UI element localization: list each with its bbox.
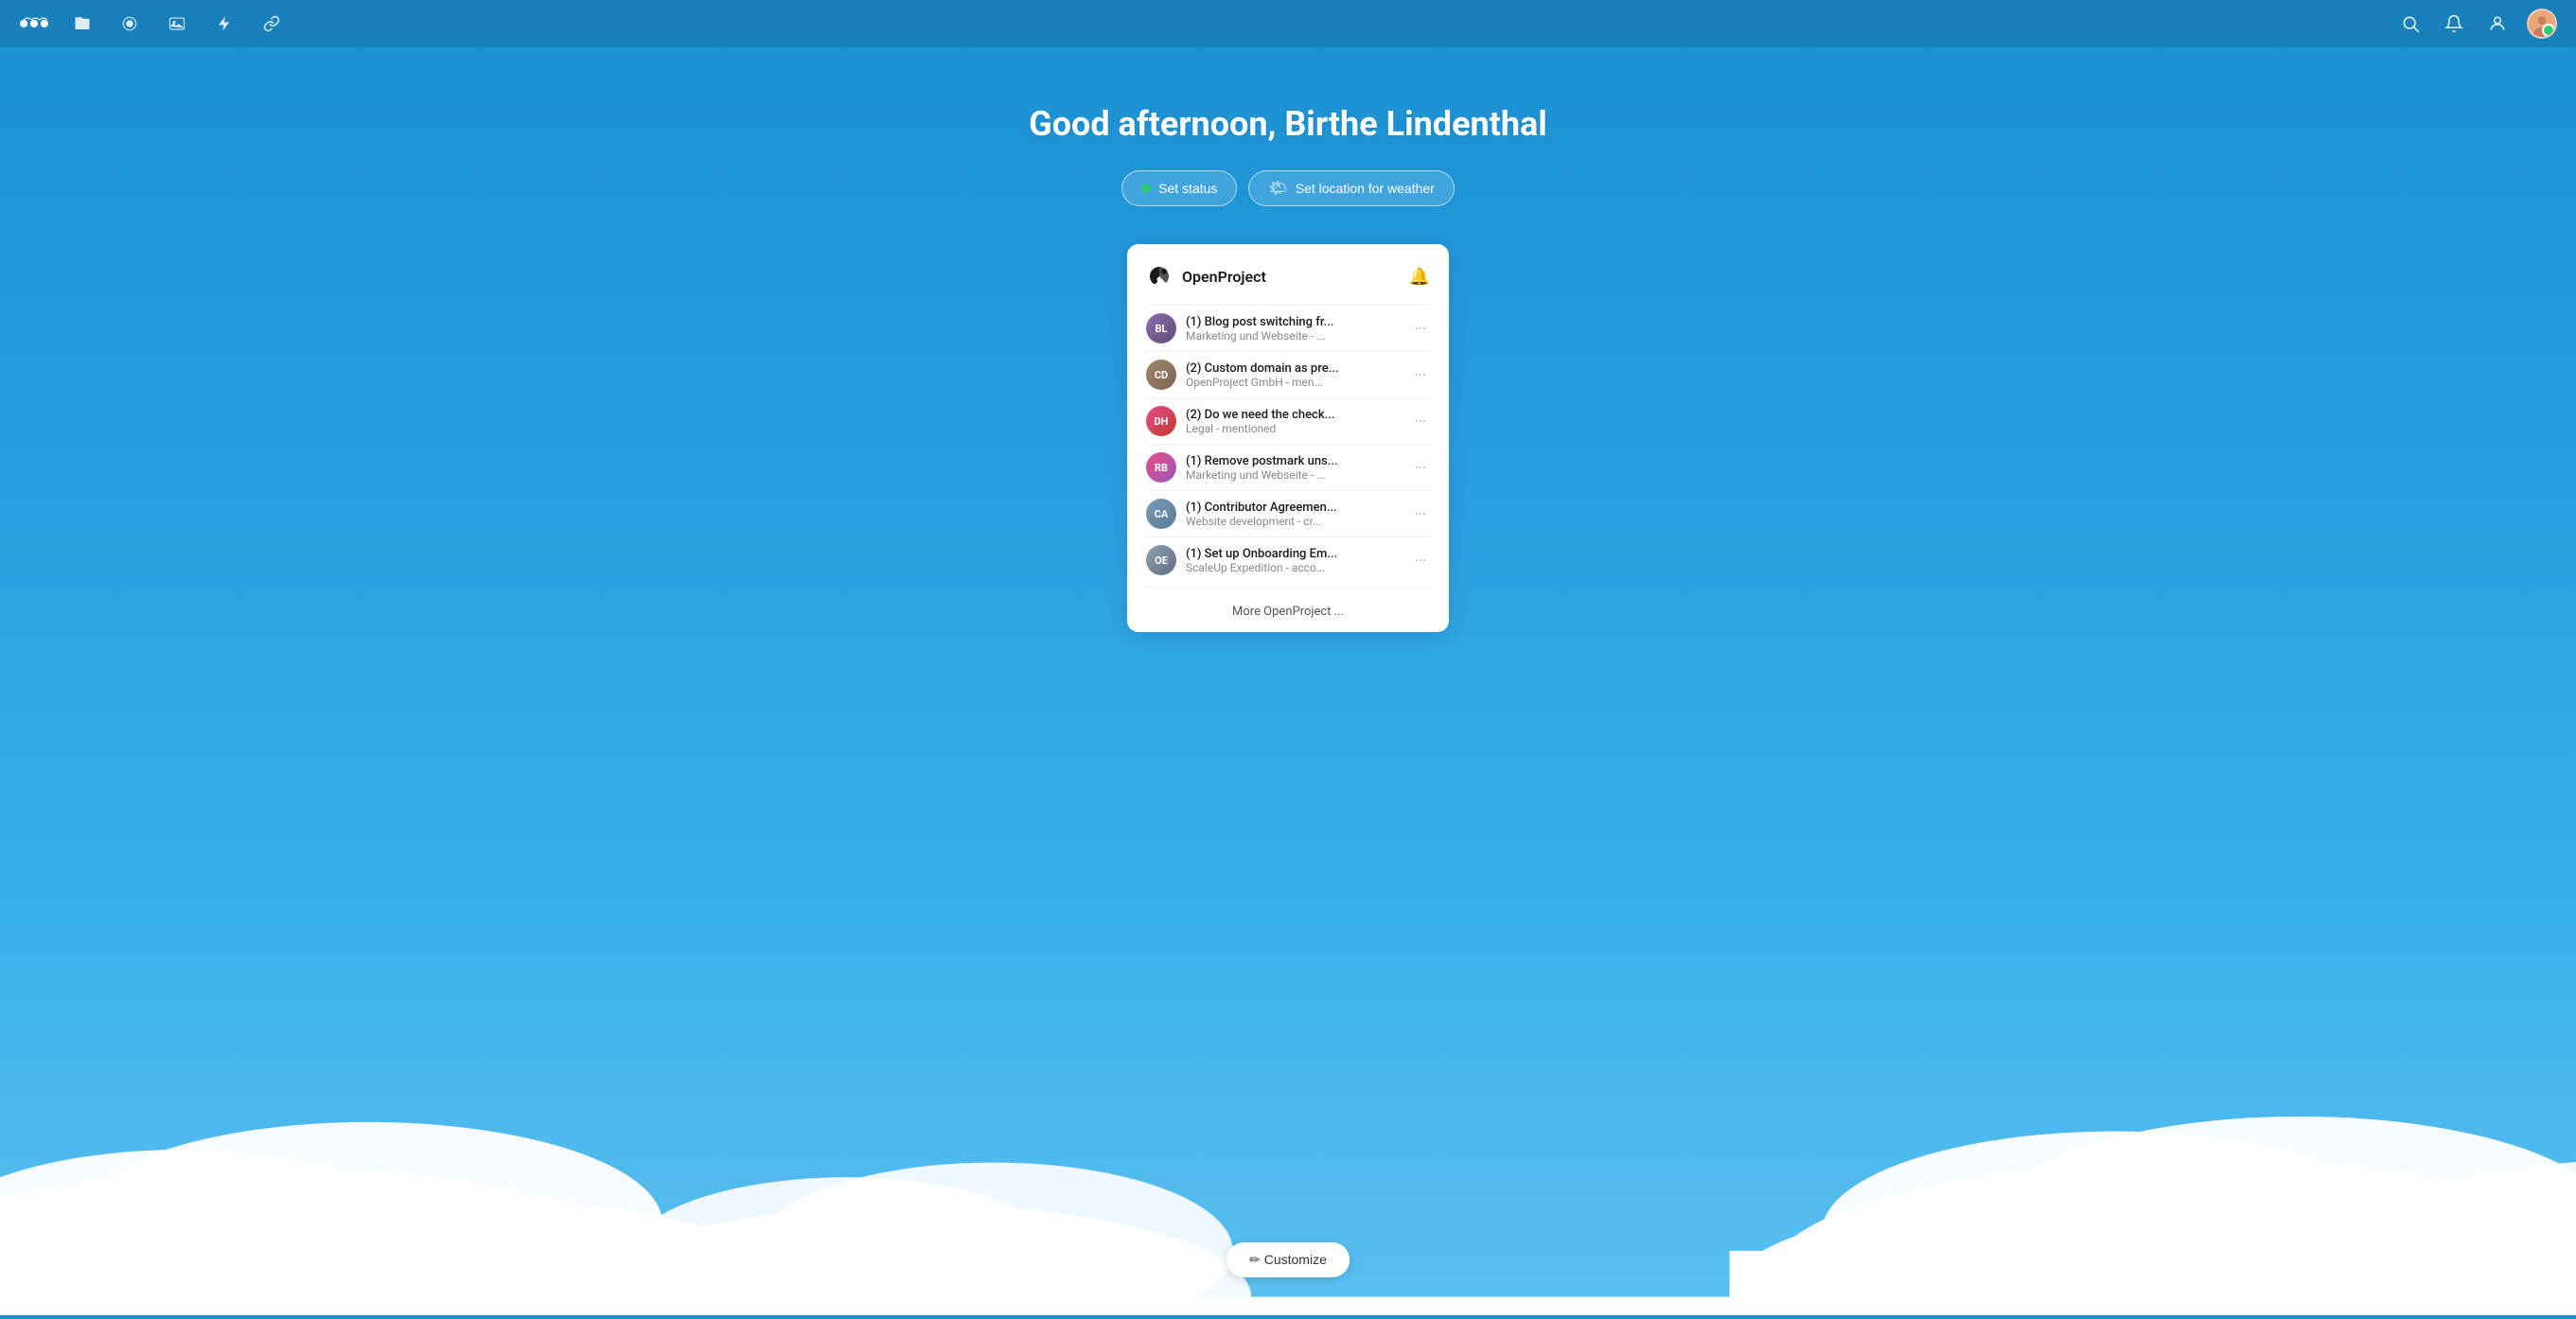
files-icon[interactable] xyxy=(68,9,97,38)
card-item[interactable]: CD (2) Custom domain as pre... OpenProje… xyxy=(1146,351,1430,397)
item-more-button[interactable]: ··· xyxy=(1410,318,1430,340)
item-avatar: RB xyxy=(1146,452,1176,483)
greeting-text: Good afternoon, Birthe Lindenthal xyxy=(1029,104,1547,144)
card-item[interactable]: RB (1) Remove postmark uns... Marketing … xyxy=(1146,444,1430,490)
activity-icon[interactable] xyxy=(210,9,238,38)
item-title: (1) Remove postmark uns... xyxy=(1186,454,1401,468)
item-title: (1) Contributor Agreemen... xyxy=(1186,501,1401,515)
item-more-button[interactable]: ··· xyxy=(1410,503,1430,525)
item-subtitle: Legal - mentioned xyxy=(1186,422,1401,435)
item-subtitle: ScaleUp Expedition - acco... xyxy=(1186,561,1401,574)
topbar-left xyxy=(19,9,2396,38)
customize-label: ✏ Customize xyxy=(1249,1252,1327,1268)
item-title: (2) Custom domain as pre... xyxy=(1186,361,1401,376)
set-weather-label: Set location for weather xyxy=(1296,181,1435,196)
weather-icon: 🌤 xyxy=(1268,179,1287,198)
search-icon[interactable] xyxy=(2396,9,2425,38)
status-dot xyxy=(1141,184,1151,193)
item-more-button[interactable]: ··· xyxy=(1410,411,1430,432)
item-more-button[interactable]: ··· xyxy=(1410,550,1430,572)
item-title: (1) Blog post switching fr... xyxy=(1186,315,1401,329)
card-title: OpenProject xyxy=(1182,268,1400,286)
user-avatar[interactable] xyxy=(2527,9,2557,39)
card-item[interactable]: DH (2) Do we need the check... Legal - m… xyxy=(1146,397,1430,444)
item-avatar: BL xyxy=(1146,313,1176,343)
item-avatar: CA xyxy=(1146,499,1176,529)
item-text: (1) Remove postmark uns... Marketing und… xyxy=(1186,454,1401,482)
notifications-icon[interactable] xyxy=(2440,9,2468,38)
link-icon[interactable] xyxy=(257,9,286,38)
main-content: Good afternoon, Birthe Lindenthal Set st… xyxy=(0,47,2576,632)
card-item[interactable]: CA (1) Contributor Agreemen... Website d… xyxy=(1146,490,1430,536)
item-title: (2) Do we need the check... xyxy=(1186,408,1401,422)
item-subtitle: Marketing und Webseite - ... xyxy=(1186,329,1401,343)
item-text: (1) Blog post switching fr... Marketing … xyxy=(1186,315,1401,343)
customize-button[interactable]: ✏ Customize xyxy=(1226,1242,1350,1277)
contacts-icon[interactable] xyxy=(2483,9,2512,38)
action-buttons: Set status 🌤 Set location for weather xyxy=(1121,170,1455,206)
set-weather-button[interactable]: 🌤 Set location for weather xyxy=(1248,170,1454,206)
set-status-button[interactable]: Set status xyxy=(1121,170,1237,206)
circle-icon[interactable] xyxy=(115,9,144,38)
item-subtitle: OpenProject GmbH - men... xyxy=(1186,376,1401,389)
item-title: (1) Set up Onboarding Em... xyxy=(1186,547,1401,561)
card-footer[interactable]: More OpenProject ... xyxy=(1146,587,1430,632)
item-subtitle: Marketing und Webseite - ... xyxy=(1186,468,1401,482)
photos-icon[interactable] xyxy=(163,9,191,38)
item-text: (2) Custom domain as pre... OpenProject … xyxy=(1186,361,1401,389)
card-items-container: BL (1) Blog post switching fr... Marketi… xyxy=(1146,305,1430,583)
card-bell-icon[interactable]: 🔔 xyxy=(1409,267,1430,287)
topbar xyxy=(0,0,2576,47)
item-avatar: CD xyxy=(1146,360,1176,390)
openproject-icon xyxy=(1146,263,1173,290)
card-footer-link: More OpenProject ... xyxy=(1232,605,1344,619)
item-more-button[interactable]: ··· xyxy=(1410,364,1430,386)
item-avatar: DH xyxy=(1146,406,1176,436)
item-text: (1) Set up Onboarding Em... ScaleUp Expe… xyxy=(1186,547,1401,574)
card-item[interactable]: OE (1) Set up Onboarding Em... ScaleUp E… xyxy=(1146,536,1430,583)
card-item[interactable]: BL (1) Blog post switching fr... Marketi… xyxy=(1146,305,1430,351)
item-more-button[interactable]: ··· xyxy=(1410,457,1430,479)
set-status-label: Set status xyxy=(1158,181,1217,196)
item-subtitle: Website development - cr... xyxy=(1186,515,1401,528)
item-text: (1) Contributor Agreemen... Website deve… xyxy=(1186,501,1401,528)
item-text: (2) Do we need the check... Legal - ment… xyxy=(1186,408,1401,435)
openproject-card: OpenProject 🔔 BL (1) Blog post switching… xyxy=(1127,244,1449,632)
card-header: OpenProject 🔔 xyxy=(1146,263,1430,290)
item-avatar: OE xyxy=(1146,545,1176,575)
topbar-right xyxy=(2396,9,2557,39)
nextcloud-logo[interactable] xyxy=(19,14,49,33)
